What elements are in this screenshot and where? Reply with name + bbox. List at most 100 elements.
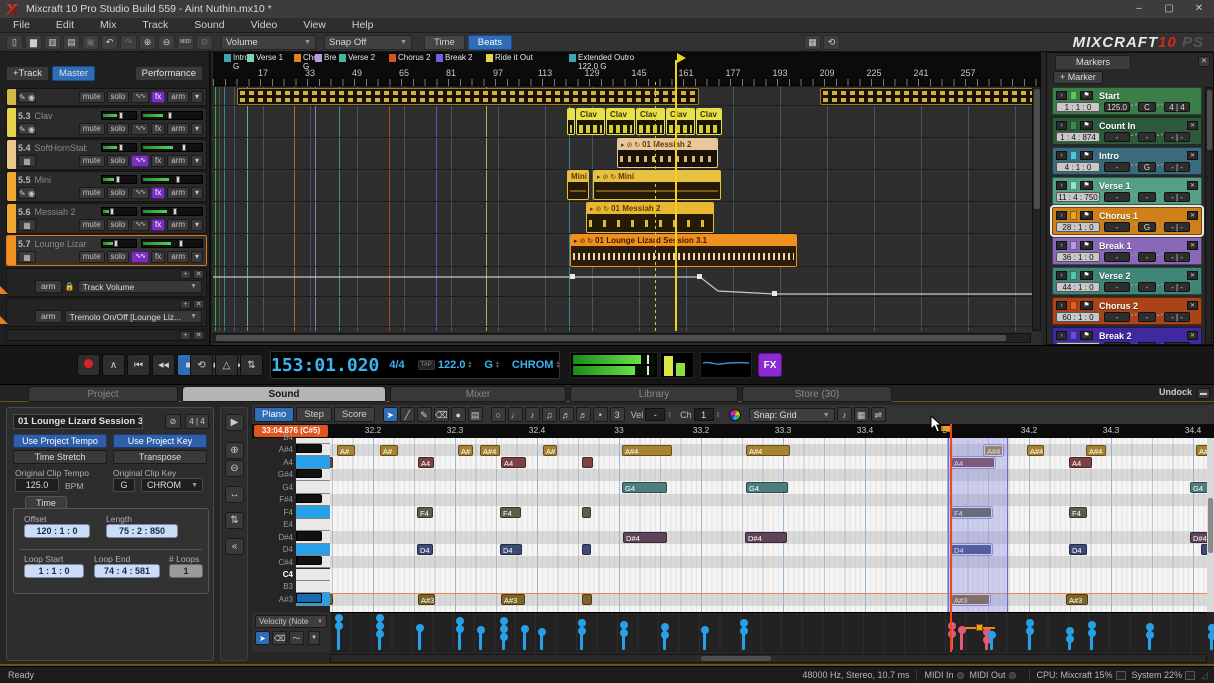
piano-key-G#4[interactable] (296, 469, 330, 481)
piano-roll-hscrollbar[interactable] (330, 654, 1207, 663)
automation-button[interactable]: ∿∿ (131, 219, 149, 231)
track-options-icon[interactable]: ▾ (191, 155, 203, 167)
clip-sig-button[interactable]: 4 | 4 (185, 414, 209, 429)
menu-edit[interactable]: Edit (43, 19, 87, 31)
track-pan-slider[interactable] (101, 111, 137, 120)
key-value[interactable]: G (484, 359, 493, 371)
arm-button[interactable]: arm (167, 251, 189, 263)
marker-delete-icon[interactable]: ✕ (1187, 241, 1198, 250)
duration-2-button[interactable]: ♪ (525, 407, 540, 422)
marker-expand-icon[interactable]: › (1056, 151, 1067, 160)
pr-tab-step[interactable]: Step (296, 407, 332, 422)
piano-roll-vscrollbar[interactable] (1207, 438, 1214, 612)
mute-button[interactable]: mute (79, 219, 105, 231)
marker-expand-icon[interactable]: › (1056, 181, 1067, 190)
piano-key-A4[interactable] (296, 456, 330, 468)
piano-key-F4[interactable] (296, 506, 330, 518)
loop-button[interactable]: ⟲ (190, 354, 213, 376)
track-pan-slider[interactable] (101, 175, 137, 184)
instrument-icons[interactable]: ✎ ◉ (18, 123, 36, 135)
track-options-icon[interactable]: ▾ (191, 123, 203, 135)
marker-flag-icon[interactable]: ⚑ (1080, 271, 1093, 280)
automation-button[interactable]: ∿∿ (131, 187, 149, 199)
markers-close-icon[interactable]: ✕ (1198, 56, 1210, 67)
timeline-marker[interactable]: Ride it Out (486, 53, 533, 68)
preview-play-button[interactable]: ▶ (225, 414, 244, 431)
new-file-icon[interactable]: ▯ (6, 35, 23, 50)
midi-note-D4[interactable] (582, 544, 591, 555)
marker-sig-field[interactable]: - | - (1164, 192, 1190, 202)
clip-clav[interactable]: Clav (576, 108, 605, 135)
velocity-lollipop[interactable] (1028, 621, 1031, 650)
piano-roll-ruler[interactable]: 33:04.876 (C#5) 32.232.332.43333.233.333… (252, 424, 1214, 438)
marker-color-chip[interactable] (1070, 151, 1077, 160)
marker-key-field[interactable]: G (1138, 222, 1156, 232)
velocity-lollipop[interactable] (663, 625, 666, 650)
close-button[interactable]: ✕ (1184, 0, 1214, 18)
loop-end-field[interactable]: 74 : 4 : 581 (94, 564, 160, 578)
midi-note-A#4[interactable]: A# (543, 445, 557, 456)
mute-button[interactable]: mute (79, 123, 105, 135)
velocity-lollipop[interactable] (502, 619, 505, 650)
arrange-hscrollbar[interactable] (213, 333, 1031, 343)
dot-tool[interactable]: ● (451, 407, 466, 422)
midi-note-A#4[interactable]: A#4 (1027, 445, 1044, 456)
marker-delete-icon[interactable]: ✕ (1187, 271, 1198, 280)
vel-field[interactable]: - (645, 408, 665, 421)
clip-mini[interactable]: Mini (567, 170, 589, 200)
clip-clav[interactable]: Clav (696, 108, 722, 135)
arm-button[interactable]: arm (167, 155, 189, 167)
clip-clav[interactable]: Clav (666, 108, 695, 135)
lane-collapse-triangle[interactable] (0, 312, 8, 324)
mute-button[interactable]: mute (79, 187, 105, 199)
timeline-marker[interactable]: Verse 1 (247, 53, 283, 68)
undock-label[interactable]: Undock (1159, 387, 1192, 397)
marker-expand-icon[interactable]: › (1056, 211, 1067, 220)
marker-expand-icon[interactable]: › (1056, 331, 1067, 340)
midi-note-A#3[interactable] (582, 594, 592, 605)
velocity-type-dropdown[interactable]: Velocity (Note▼ (255, 615, 327, 628)
render-icon[interactable]: ▣ (82, 35, 99, 50)
velocity-lollipop[interactable] (418, 626, 421, 650)
fx-button[interactable]: fx (151, 155, 165, 167)
v-zoom-button[interactable]: ⇅ (225, 512, 244, 529)
marker-delete-icon[interactable]: ✕ (1187, 211, 1198, 220)
lane-close-icon[interactable]: ✕ (193, 270, 204, 279)
midi-note-A4[interactable]: A4 (501, 457, 526, 468)
fx-button[interactable]: fx (151, 251, 165, 263)
midi-note-A#3[interactable]: A#3 (418, 594, 435, 605)
menu-view[interactable]: View (290, 19, 339, 31)
vel-curve-dropdown[interactable]: ▼ (308, 631, 320, 645)
tab-store30[interactable]: Store (30) (742, 386, 892, 402)
piano-overlay-tool[interactable]: ▤ (468, 407, 483, 422)
marker-delete-icon[interactable]: ✕ (1187, 121, 1198, 130)
track-row-5.7[interactable]: 5.7Lounge Lizard...▦mutesolo∿∿fxarm▾ (6, 235, 207, 266)
fx-button[interactable]: fx (151, 219, 165, 231)
duration-0-button[interactable]: ○ (491, 407, 506, 422)
keyboard-icon[interactable]: ▦ (18, 155, 36, 167)
midi-note-D#4[interactable]: D#4 (623, 532, 667, 543)
piano-key-D#4[interactable] (296, 531, 330, 543)
midi-note-G4[interactable]: G4 (1190, 482, 1207, 493)
marker-sig-field[interactable]: - | - (1164, 342, 1190, 345)
lane-param-dropdown[interactable]: Tremolo On/Off [Lounge Liz...▼ (65, 310, 202, 323)
punch-button[interactable]: ∧ (102, 354, 125, 376)
track-options-icon[interactable]: ▾ (191, 91, 203, 103)
marker-row-verse-1[interactable]: ›⚑Verse 1✕11 : 4 : 750-▲▼-▲▼- | - (1052, 177, 1202, 205)
marker-sig-field[interactable]: - | - (1164, 132, 1190, 142)
marker-sig-field[interactable]: - | - (1164, 252, 1190, 262)
automation-button[interactable]: ∿∿ (131, 123, 149, 135)
marker-flag-icon[interactable]: ⚑ (1080, 331, 1093, 340)
midi-note-D4[interactable]: D4 (1069, 544, 1087, 555)
marker-expand-icon[interactable]: › (1056, 91, 1067, 100)
minimize-button[interactable]: – (1124, 0, 1154, 18)
velocity-lollipop[interactable] (479, 628, 482, 650)
erase-tool[interactable]: ⌫ (434, 407, 449, 422)
marker-key-field[interactable]: - (1138, 132, 1156, 142)
midi-note-F4[interactable] (582, 507, 591, 518)
orig-tempo-field[interactable]: 125.0 (15, 478, 59, 492)
marker-flag-icon[interactable]: ⚑ (1080, 121, 1093, 130)
settings-icon[interactable]: ⚙ (196, 35, 213, 50)
marker-position-field[interactable]: 36 : 1 : 0 (1056, 252, 1100, 262)
offset-field[interactable]: 120 : 1 : 0 (24, 524, 90, 538)
